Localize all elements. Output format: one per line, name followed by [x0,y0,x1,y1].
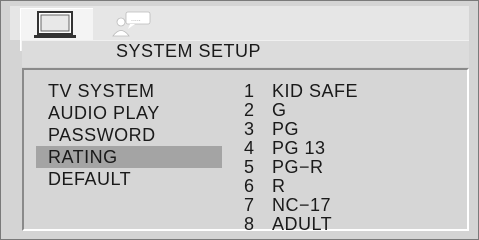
rating-option-label: R [272,176,286,196]
menu-item-password[interactable]: PASSWORD [36,124,222,146]
svg-text:.....: ..... [131,16,141,23]
person-speech-icon[interactable]: ..... [110,10,152,38]
rating-option-number: 4 [244,138,255,158]
rating-option-label: PG 13 [272,138,326,158]
rating-option-label: ADULT [272,214,333,234]
rating-option-number: 6 [244,176,255,196]
rating-option[interactable]: 8 ADULT [244,215,358,234]
monitor-icon [34,11,76,38]
rating-options-list: 1 KID SAFE 2G 3 PG 4 PG 13 5 PG−R 6R 7 NC−17 … [244,82,358,234]
rating-option-label: KID SAFE [272,81,359,101]
rating-option-number: 5 [244,157,255,177]
rating-option[interactable]: 4 PG 13 [244,139,358,158]
rating-option-number: 2 [244,100,255,120]
menu-item-audio-play[interactable]: AUDIO PLAY [36,102,222,124]
rating-option[interactable]: 6R [244,177,358,196]
rating-option[interactable]: 5 PG−R [244,158,358,177]
rating-option-label: PG [272,119,300,139]
rating-option[interactable]: 7 NC−17 [244,196,358,215]
setup-menu: TV SYSTEM AUDIO PLAY PASSWORD RATING DEF… [36,80,222,190]
rating-option-number: 8 [244,214,255,234]
menu-item-default[interactable]: DEFAULT [36,168,222,190]
rating-option-number: 7 [244,195,255,215]
rating-option-label: NC−17 [272,195,332,215]
rating-option-number: 1 [244,81,255,101]
menu-item-tv-system[interactable]: TV SYSTEM [36,80,222,102]
rating-option-label: PG−R [272,157,324,177]
rating-option[interactable]: 1 KID SAFE [244,82,358,101]
rating-option-label: G [272,100,287,120]
rating-option[interactable]: 2G [244,101,358,120]
page-title: SYSTEM SETUP [116,41,262,61]
menu-item-rating[interactable]: RATING [36,146,222,168]
rating-option-number: 3 [244,119,255,139]
rating-option[interactable]: 3 PG [244,120,358,139]
